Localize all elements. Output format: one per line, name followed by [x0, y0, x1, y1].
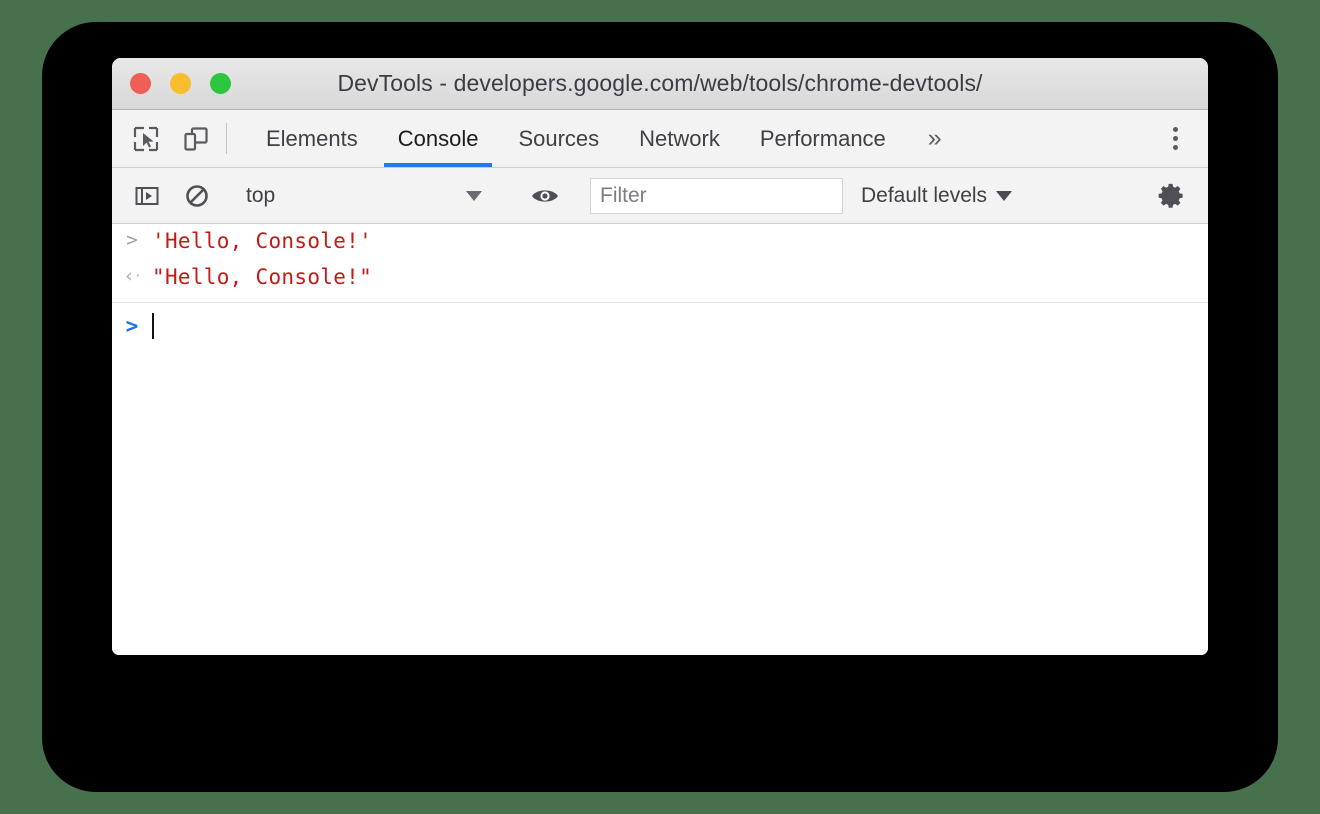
text-cursor [152, 313, 154, 339]
minimize-window-button[interactable] [170, 73, 191, 94]
live-expression-eye-icon[interactable] [527, 178, 563, 214]
log-levels-select[interactable]: Default levels [861, 183, 1013, 208]
traffic-lights [130, 73, 231, 94]
filter-input[interactable] [590, 177, 843, 214]
console-message-text: 'Hello, Console!' [152, 229, 373, 253]
inspect-element-icon[interactable] [129, 122, 163, 156]
tab-console[interactable]: Console [378, 110, 499, 167]
log-levels-label: Default levels [861, 183, 988, 207]
window-title: DevTools - developers.google.com/web/too… [337, 70, 983, 96]
tab-sources[interactable]: Sources [498, 110, 619, 167]
clear-console-icon[interactable] [179, 178, 215, 214]
tab-performance[interactable]: Performance [740, 110, 906, 167]
tab-sources-label: Sources [518, 125, 600, 151]
tab-performance-label: Performance [759, 125, 886, 151]
console-message-result[interactable]: ‹ · "Hello, Console!" [112, 260, 1208, 296]
execution-context-select[interactable]: top [242, 168, 500, 223]
console-input-chevron-icon: > [126, 229, 138, 251]
execution-context-value: top [246, 183, 276, 207]
zoom-window-button[interactable] [210, 73, 231, 94]
chevron-down-icon [996, 190, 1013, 201]
device-toolbar-icon[interactable] [179, 122, 213, 156]
tab-console-label: Console [397, 125, 479, 151]
settings-gear-icon[interactable] [1154, 178, 1190, 214]
console-message-input[interactable]: > 'Hello, Console!' [112, 224, 1208, 260]
console-sidebar-icon[interactable] [129, 178, 165, 214]
console-toolbar-right [1127, 178, 1208, 214]
console-output[interactable]: > 'Hello, Console!' ‹ · "Hello, Console!"… [112, 224, 1208, 655]
tab-bar-right [1127, 110, 1208, 167]
console-prompt-row[interactable]: > [112, 303, 1208, 349]
console-prompt-chevron-icon: > [125, 314, 139, 338]
chevron-down-icon [466, 190, 482, 201]
console-message-text: "Hello, Console!" [152, 265, 373, 289]
devtools-tab-bar: Elements Console Sources Network Perform… [112, 110, 1208, 168]
more-options-icon[interactable] [1154, 110, 1196, 167]
tab-elements-label: Elements [266, 125, 358, 151]
console-toolbar: top Default levels [112, 168, 1208, 224]
tab-bar-divider [226, 123, 227, 154]
devtools-window: DevTools - developers.google.com/web/too… [112, 58, 1208, 655]
tab-network-label: Network [639, 125, 720, 151]
close-window-button[interactable] [130, 73, 151, 94]
title-bar: DevTools - developers.google.com/web/too… [112, 58, 1208, 110]
tab-elements[interactable]: Elements [246, 110, 378, 167]
tab-network[interactable]: Network [619, 110, 740, 167]
tab-list: Elements Console Sources Network Perform… [246, 110, 964, 167]
more-tabs-icon[interactable]: » [906, 110, 964, 167]
console-result-chevron-icon: ‹ · [123, 265, 141, 287]
tab-bar-icons [112, 110, 213, 167]
